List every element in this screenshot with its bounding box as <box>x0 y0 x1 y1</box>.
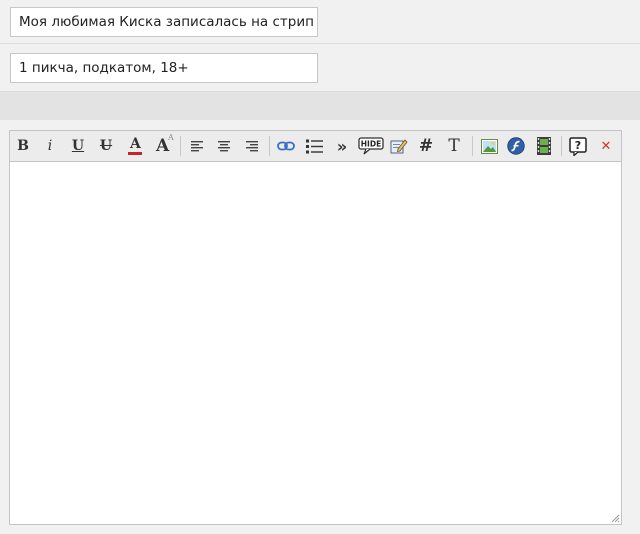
film-icon <box>537 137 551 155</box>
separator-band <box>0 92 640 120</box>
hide-icon: HIDE <box>358 137 384 155</box>
font-color-button[interactable]: A <box>124 136 146 156</box>
help-button[interactable]: ? <box>567 136 589 156</box>
bbcode-editor: B i U U A A A » HIDE # T ? ✕ <box>9 130 622 525</box>
toolbar-separator <box>269 136 270 156</box>
title-input[interactable]: Моя любимая Киска записалась на стрип <box>10 7 318 37</box>
flash-button[interactable] <box>505 136 527 156</box>
flash-icon <box>507 137 525 155</box>
pencil-note-icon <box>390 139 408 154</box>
list-icon <box>305 139 323 153</box>
message-textarea[interactable] <box>10 162 621 524</box>
hide-button[interactable]: HIDE <box>357 136 385 156</box>
svg-text:HIDE: HIDE <box>361 140 381 149</box>
toolbar-separator <box>472 136 473 156</box>
link-button[interactable] <box>275 136 297 156</box>
resize-grip-icon[interactable] <box>611 514 620 523</box>
align-center-icon <box>218 140 230 151</box>
font-size-button[interactable]: A A <box>153 133 175 156</box>
align-right-button[interactable] <box>241 136 263 156</box>
toolbar-separator <box>561 136 562 156</box>
link-icon <box>277 141 295 151</box>
italic-button[interactable]: i <box>39 136 61 156</box>
close-button[interactable]: ✕ <box>595 136 617 156</box>
strikethrough-button[interactable]: U <box>95 136 117 156</box>
editor-toolbar: B i U U A A A » HIDE # T ? ✕ <box>10 131 621 162</box>
hash-button[interactable]: # <box>415 136 437 156</box>
list-button[interactable] <box>303 136 325 156</box>
align-center-button[interactable] <box>213 136 235 156</box>
description-row: 1 пикча, подкатом, 18+ <box>0 45 640 92</box>
bold-button[interactable]: B <box>12 136 34 156</box>
image-icon <box>480 138 498 154</box>
align-left-button[interactable] <box>186 136 208 156</box>
image-button[interactable] <box>478 136 500 156</box>
svg-text:?: ? <box>575 139 581 152</box>
video-button[interactable] <box>533 136 555 156</box>
quote-button[interactable]: » <box>331 136 353 156</box>
font-color-icon: A <box>130 136 141 152</box>
toolbar-separator <box>180 136 181 156</box>
description-input[interactable]: 1 пикча, подкатом, 18+ <box>10 53 318 83</box>
help-icon: ? <box>569 136 587 156</box>
align-left-icon <box>191 140 203 151</box>
underline-button[interactable]: U <box>67 136 89 156</box>
align-right-icon <box>246 140 258 151</box>
editor-row: B i U U A A A » HIDE # T ? ✕ <box>0 120 640 534</box>
edit-note-button[interactable] <box>388 136 410 156</box>
text-button[interactable]: T <box>443 136 465 156</box>
title-row: Моя любимая Киска записалась на стрип <box>0 0 640 44</box>
